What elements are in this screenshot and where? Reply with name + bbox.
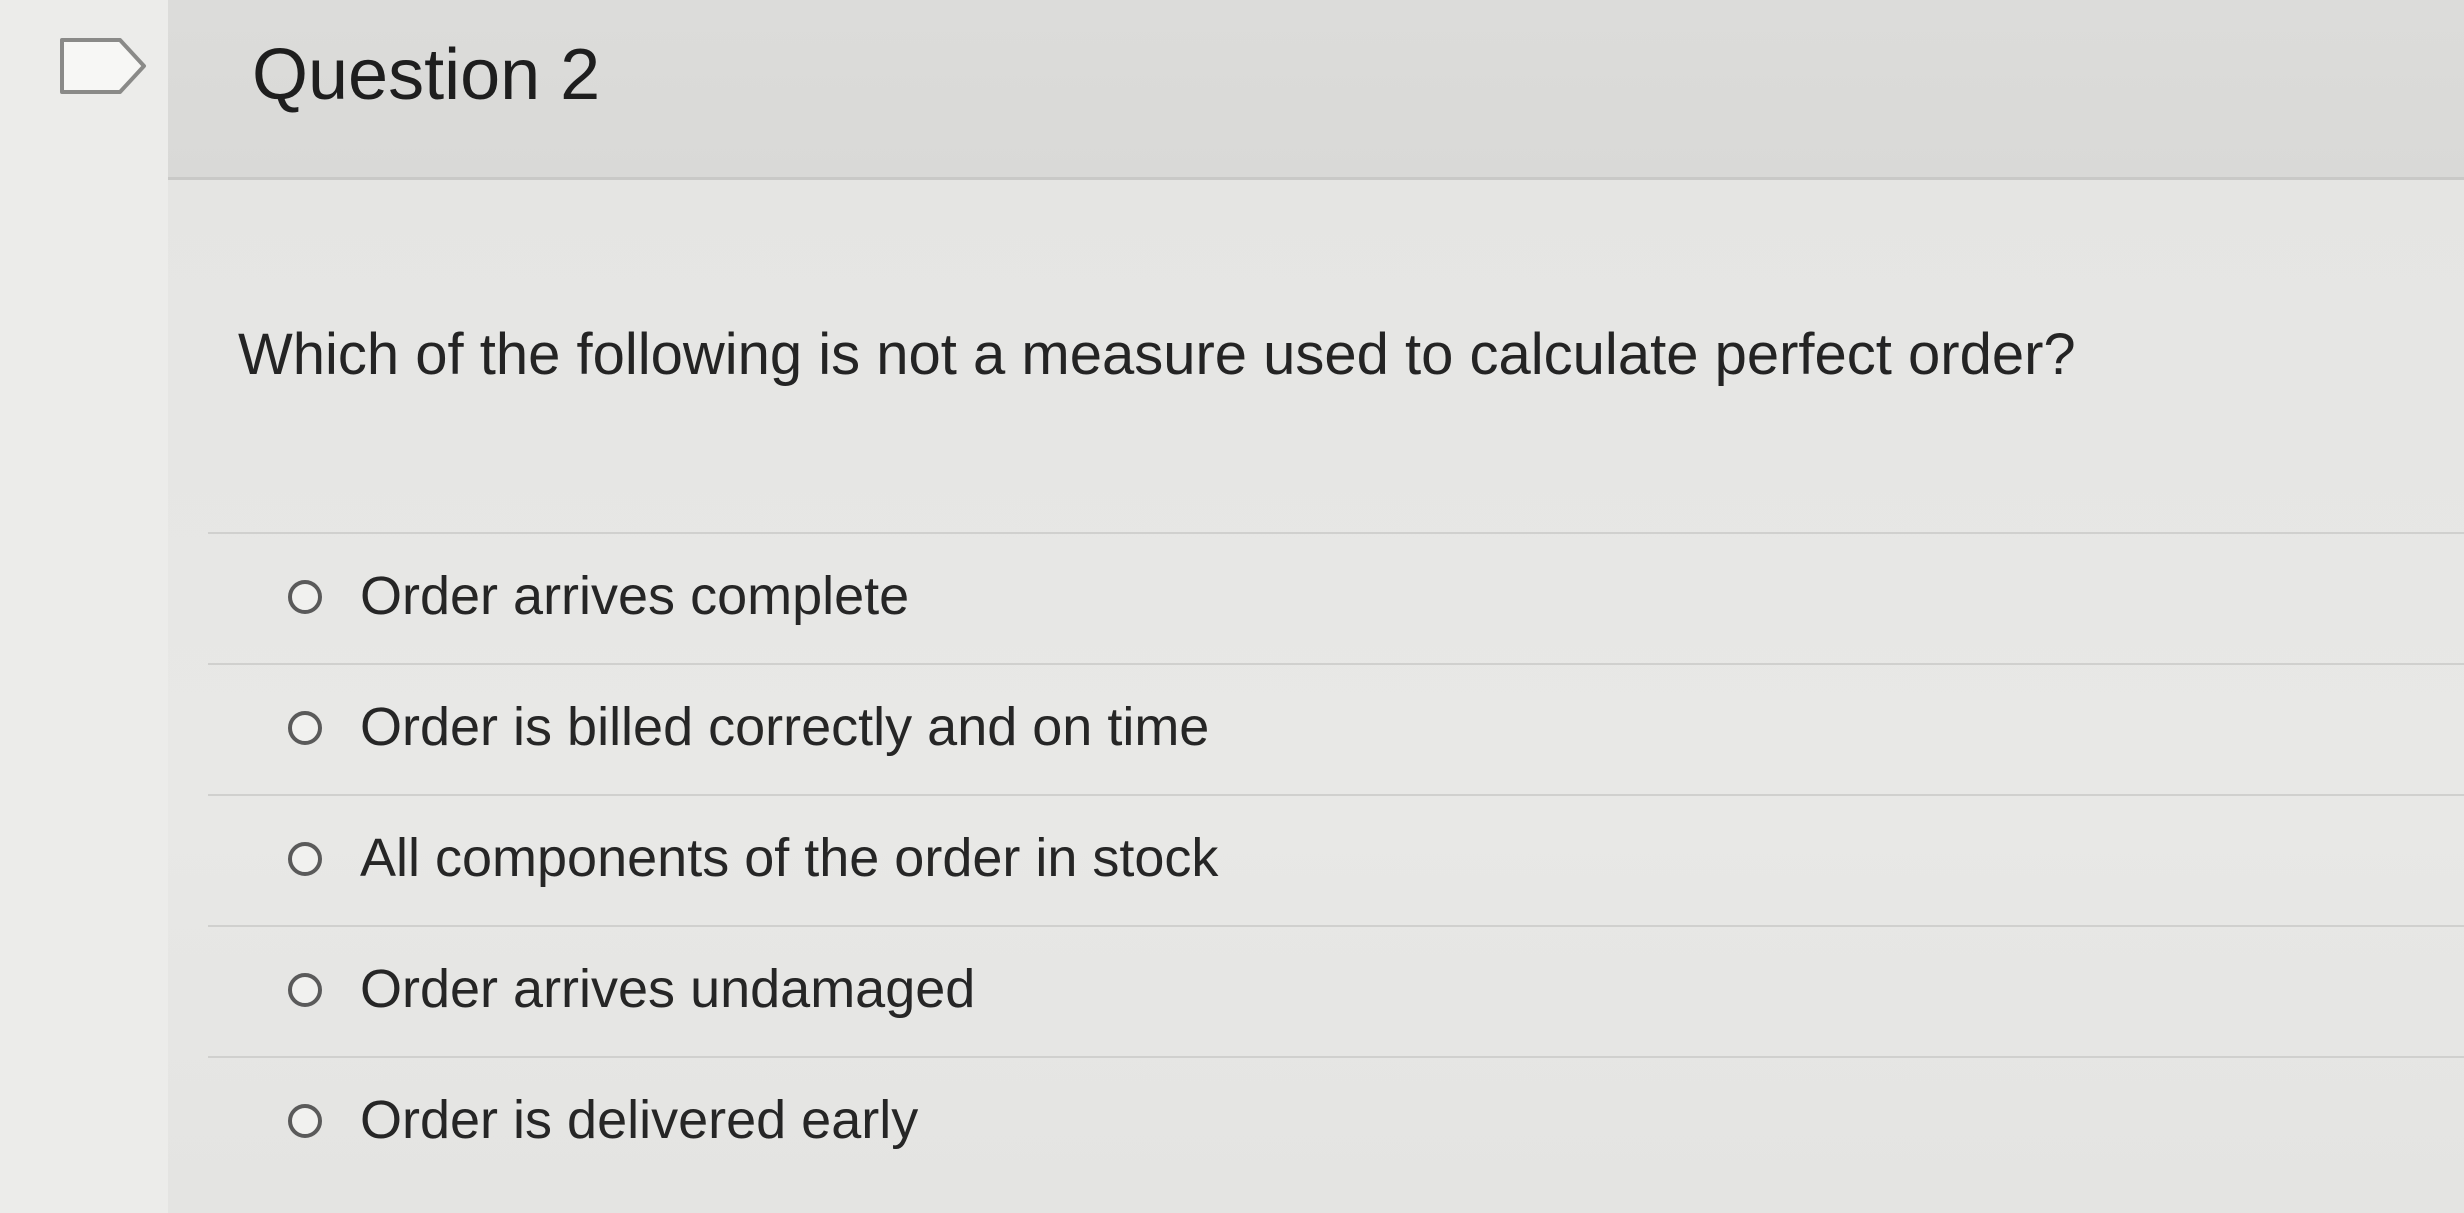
- answer-option[interactable]: All components of the order in stock: [208, 794, 2464, 925]
- question-header: Question 2: [168, 0, 2464, 180]
- answer-label: Order is billed correctly and on time: [360, 697, 1210, 757]
- question-body: Which of the following is not a measure …: [168, 180, 2464, 1213]
- answer-label: Order arrives complete: [360, 566, 910, 626]
- question-title: Question 2: [252, 35, 601, 115]
- answer-option[interactable]: Order is delivered early: [208, 1056, 2464, 1187]
- answer-option[interactable]: Order arrives undamaged: [208, 925, 2464, 1056]
- answer-label: Order arrives undamaged: [360, 959, 976, 1019]
- answer-label: Order is delivered early: [360, 1090, 919, 1150]
- flag-icon[interactable]: [58, 36, 148, 96]
- radio-button[interactable]: [288, 1104, 322, 1138]
- radio-button[interactable]: [288, 842, 322, 876]
- answer-option[interactable]: Order is billed correctly and on time: [208, 663, 2464, 794]
- radio-button[interactable]: [288, 973, 322, 1007]
- question-prompt: Which of the following is not a measure …: [238, 322, 2076, 387]
- answer-list: Order arrives complete Order is billed c…: [208, 532, 2464, 1187]
- answer-label: All components of the order in stock: [360, 828, 1219, 888]
- radio-button[interactable]: [288, 711, 322, 745]
- left-gutter: [0, 0, 168, 1213]
- answer-option[interactable]: Order arrives complete: [208, 532, 2464, 663]
- radio-button[interactable]: [288, 580, 322, 614]
